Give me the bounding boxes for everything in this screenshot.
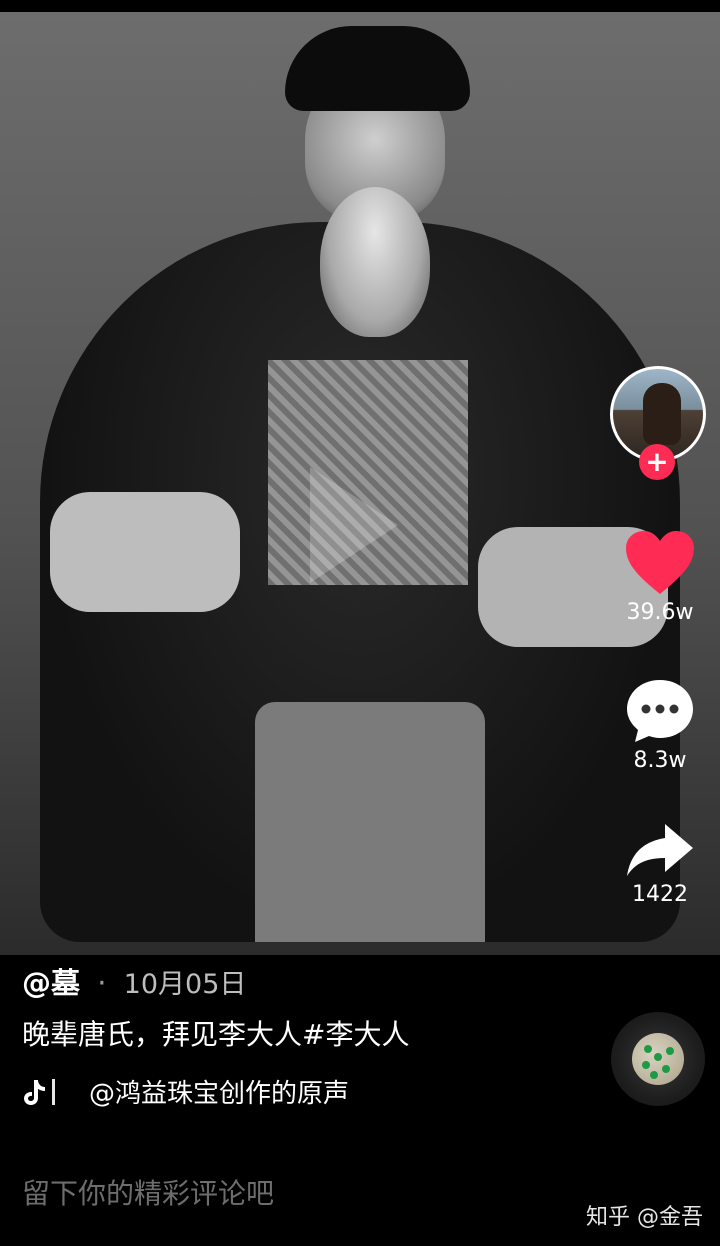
comment-input[interactable]: 留下你的精彩评论吧 (22, 1172, 274, 1212)
post-date: 10月05日 (123, 969, 247, 1000)
follow-button[interactable]: + (639, 444, 675, 480)
comment-icon[interactable] (625, 678, 695, 744)
music-title[interactable]: @鸿益珠宝创作的原声 (89, 1073, 349, 1110)
share-icon[interactable] (625, 822, 695, 878)
author-name[interactable]: @墓 (22, 966, 80, 1000)
video-player[interactable] (0, 12, 720, 955)
heart-icon[interactable] (624, 530, 696, 596)
video-figure-sleeve-left (50, 492, 240, 612)
share-action[interactable]: 1422 (612, 822, 708, 907)
share-count: 1422 (632, 882, 688, 907)
like-action[interactable]: 39.6w (612, 530, 708, 625)
video-figure-hat (285, 26, 470, 111)
video-caption[interactable]: 晚辈唐氏，拜见李大人#李大人 (22, 1013, 409, 1053)
music-disc[interactable] (611, 1012, 705, 1106)
tiktok-note-icon (24, 1079, 45, 1105)
author-separator: · (97, 966, 107, 1000)
play-icon[interactable] (310, 467, 398, 583)
music-line[interactable]: @鸿益珠宝创作的原声 (22, 1073, 349, 1110)
music-marquee-icon (52, 1078, 69, 1105)
avatar-person (643, 383, 681, 445)
music-cover (632, 1033, 684, 1085)
like-count: 39.6w (626, 600, 694, 625)
comment-action[interactable]: 8.3w (612, 678, 708, 773)
author-line: @墓 · 10月05日 (22, 960, 246, 1002)
comment-count: 8.3w (633, 748, 687, 773)
watermark: 知乎 @金吾 (586, 1205, 703, 1230)
author-avatar-group[interactable]: + (610, 366, 706, 480)
video-figure-robe (255, 702, 485, 942)
video-figure-beard (320, 187, 430, 337)
